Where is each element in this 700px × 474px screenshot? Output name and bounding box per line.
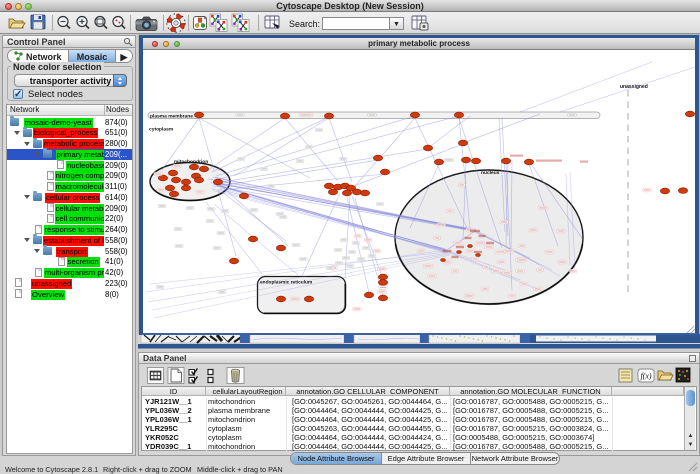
svg-text:cytoplasm: cytoplasm [149, 127, 174, 133]
svg-text:f(x): f(x) [640, 372, 651, 381]
svg-text:plasma membrane: plasma membrane [150, 114, 193, 120]
svg-text:nucleus: nucleus [481, 170, 500, 176]
